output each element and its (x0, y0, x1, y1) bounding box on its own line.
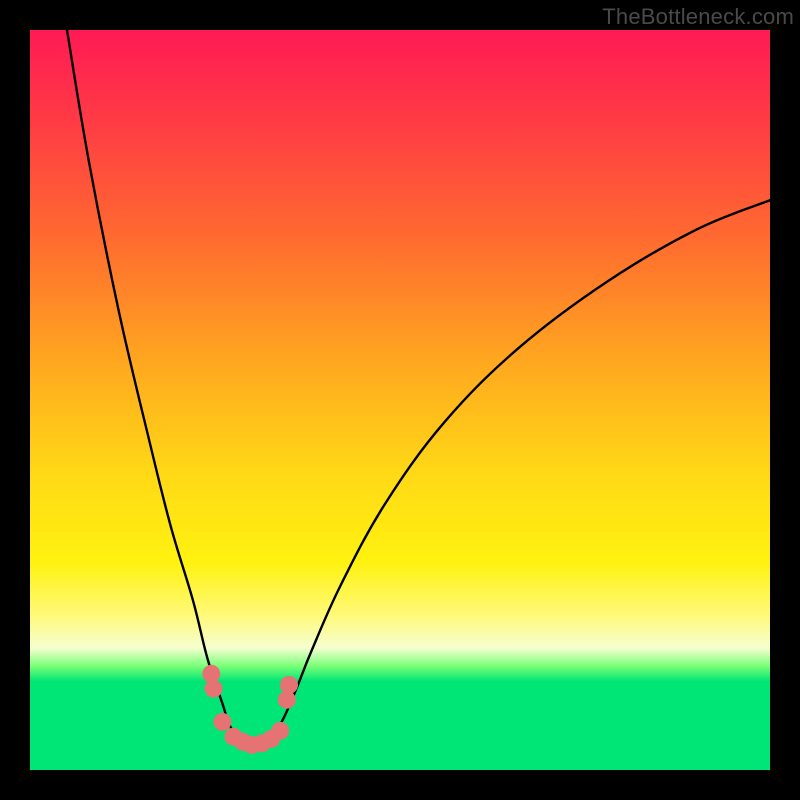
marker-dot (213, 713, 231, 731)
plot-area (30, 30, 770, 770)
watermark-text: TheBottleneck.com (602, 4, 794, 30)
marker-dot (205, 680, 223, 698)
chart-svg (30, 30, 770, 770)
curve-group (67, 30, 770, 748)
marker-group (202, 665, 298, 754)
chart-frame: TheBottleneck.com (0, 0, 800, 800)
marker-dot (271, 722, 289, 740)
marker-dot (280, 676, 298, 694)
curve-right-curve (252, 200, 770, 748)
curve-left-curve (67, 30, 252, 748)
